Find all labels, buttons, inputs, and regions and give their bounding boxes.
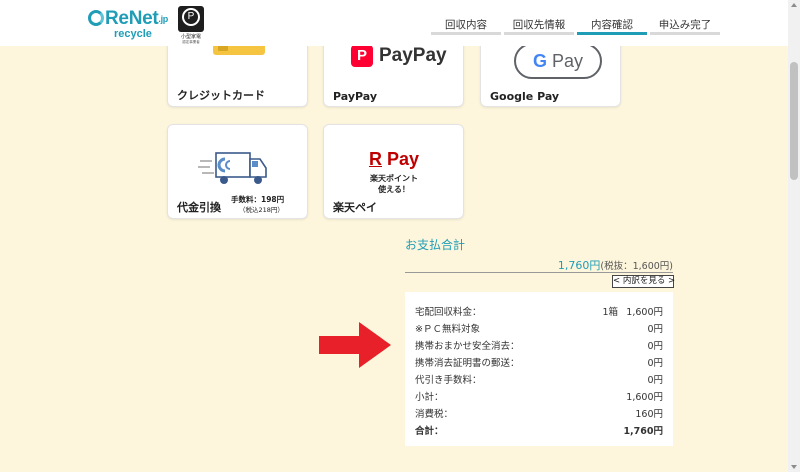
payment-cod[interactable]: 代金引換 手数料：198円 （税込218円） [167, 124, 308, 219]
breakdown-row: 宅配回収料金： 1箱 1,600円 [415, 304, 663, 321]
paypay-logo: P PayPay [351, 45, 447, 67]
paypay-logo-text: PayPay [379, 45, 447, 66]
row-value: 0円 [647, 324, 663, 335]
total-amount: 1,760円 [557, 259, 601, 272]
row-label: 合計： [415, 426, 444, 437]
row-value: 0円 [647, 341, 663, 352]
rakuten-pay-logo: R Pay [369, 149, 419, 170]
row-value: 1,600円 [626, 392, 663, 403]
progress-steps: 回収内容 回収先情報 内容確認 申込み完了 [431, 16, 723, 38]
payment-rakuten[interactable]: R Pay 楽天ポイント 使える！ 楽天ペイ [323, 124, 464, 219]
breakdown-row: 小計： 1,600円 [415, 389, 663, 406]
row-label: 代引き手数料： [415, 375, 482, 386]
step-collection-info: 回収先情報 [504, 16, 574, 35]
right-arrow-icon [319, 322, 391, 368]
payment-label: 代金引換 [177, 201, 221, 214]
breakdown-row: 携帯おまかせ安全消去： 0円 [415, 338, 663, 355]
row-label: 消費税： [415, 409, 454, 420]
rakuten-r-icon: R [369, 149, 382, 169]
breakdown-panel: 宅配回収料金： 1箱 1,600円 ※ＰＣ無料対象 0円 携帯おまかせ安全消去： 0円 … [405, 292, 673, 446]
brand-suffix: .jp [158, 14, 169, 24]
row-qty: 1箱 [602, 307, 618, 318]
row-label: 携帯おまかせ安全消去： [415, 341, 520, 352]
row-label: 小計： [415, 392, 444, 403]
payment-total-amount: 1,760円(税抜：1,600円) [558, 257, 673, 273]
row-label: ※ＰＣ無料対象 [415, 324, 480, 335]
step-confirm: 内容確認 [577, 16, 647, 35]
delivery-truck-icon [198, 152, 267, 184]
gpay-logo-text: Pay [551, 50, 584, 71]
step-collection-content: 回収内容 [431, 16, 501, 35]
certification-icon: P [178, 6, 204, 32]
certification-badge: P 小型家電 認定事業者 [176, 6, 206, 44]
badge-line1: 小型家電 [180, 34, 201, 40]
brand-sub: recycle [114, 28, 152, 40]
promo-line1: 楽天ポイント [370, 174, 418, 183]
row-value: 0円 [647, 375, 663, 386]
row-value: 1,760円 [623, 426, 663, 437]
payment-label: クレジットカード [177, 89, 265, 102]
scroll-down-icon[interactable] [791, 465, 797, 469]
breakdown-row: 携帯消去証明書の郵送： 0円 [415, 355, 663, 372]
cod-fee-tax: （税込218円） [239, 206, 284, 214]
paypay-mark-icon: P [351, 45, 373, 67]
rakuten-promo: 楽天ポイント 使える！ [324, 173, 464, 195]
breakdown-row-total: 合計： 1,760円 [415, 423, 663, 440]
row-value: 160円 [635, 409, 663, 420]
step-complete: 申込み完了 [650, 16, 720, 35]
rpay-logo-text: Pay [382, 149, 420, 169]
row-label: 携帯消去証明書の郵送： [415, 358, 520, 369]
divider [405, 272, 673, 273]
renet-logo[interactable]: ReNet.jp recycle [88, 8, 168, 42]
scroll-up-icon[interactable] [791, 3, 797, 7]
google-g-icon: G [532, 50, 547, 71]
row-label: 宅配回収料金： [415, 307, 482, 318]
payment-label: 楽天ペイ [333, 201, 377, 214]
badge-line2: 認定事業者 [182, 40, 200, 44]
payment-total-title: お支払合計 [405, 238, 466, 252]
total-excl-tax: (税抜：1,600円) [600, 261, 673, 272]
logo-o-icon [88, 10, 104, 26]
scroll-thumb[interactable] [790, 62, 798, 180]
breakdown-row: ※ＰＣ無料対象 0円 [415, 321, 663, 338]
google-pay-logo: G Pay [514, 43, 602, 79]
breakdown-row: 消費税： 160円 [415, 406, 663, 423]
payment-label: Google Pay [490, 90, 560, 103]
row-value: 1,600円 [626, 307, 663, 318]
scrollbar[interactable] [788, 0, 800, 472]
promo-line2: 使える！ [378, 185, 410, 194]
row-value: 0円 [647, 358, 663, 369]
view-breakdown-button[interactable]: < 内訳を見る > [612, 275, 675, 288]
brand-name: ReNet [105, 8, 159, 29]
breakdown-row: 代引き手数料： 0円 [415, 372, 663, 389]
logo-wordmark: ReNet.jp [88, 8, 168, 30]
payment-label: PayPay [333, 90, 378, 103]
header: ReNet.jp recycle P 小型家電 認定事業者 回収内容 回収先情報… [0, 0, 788, 46]
